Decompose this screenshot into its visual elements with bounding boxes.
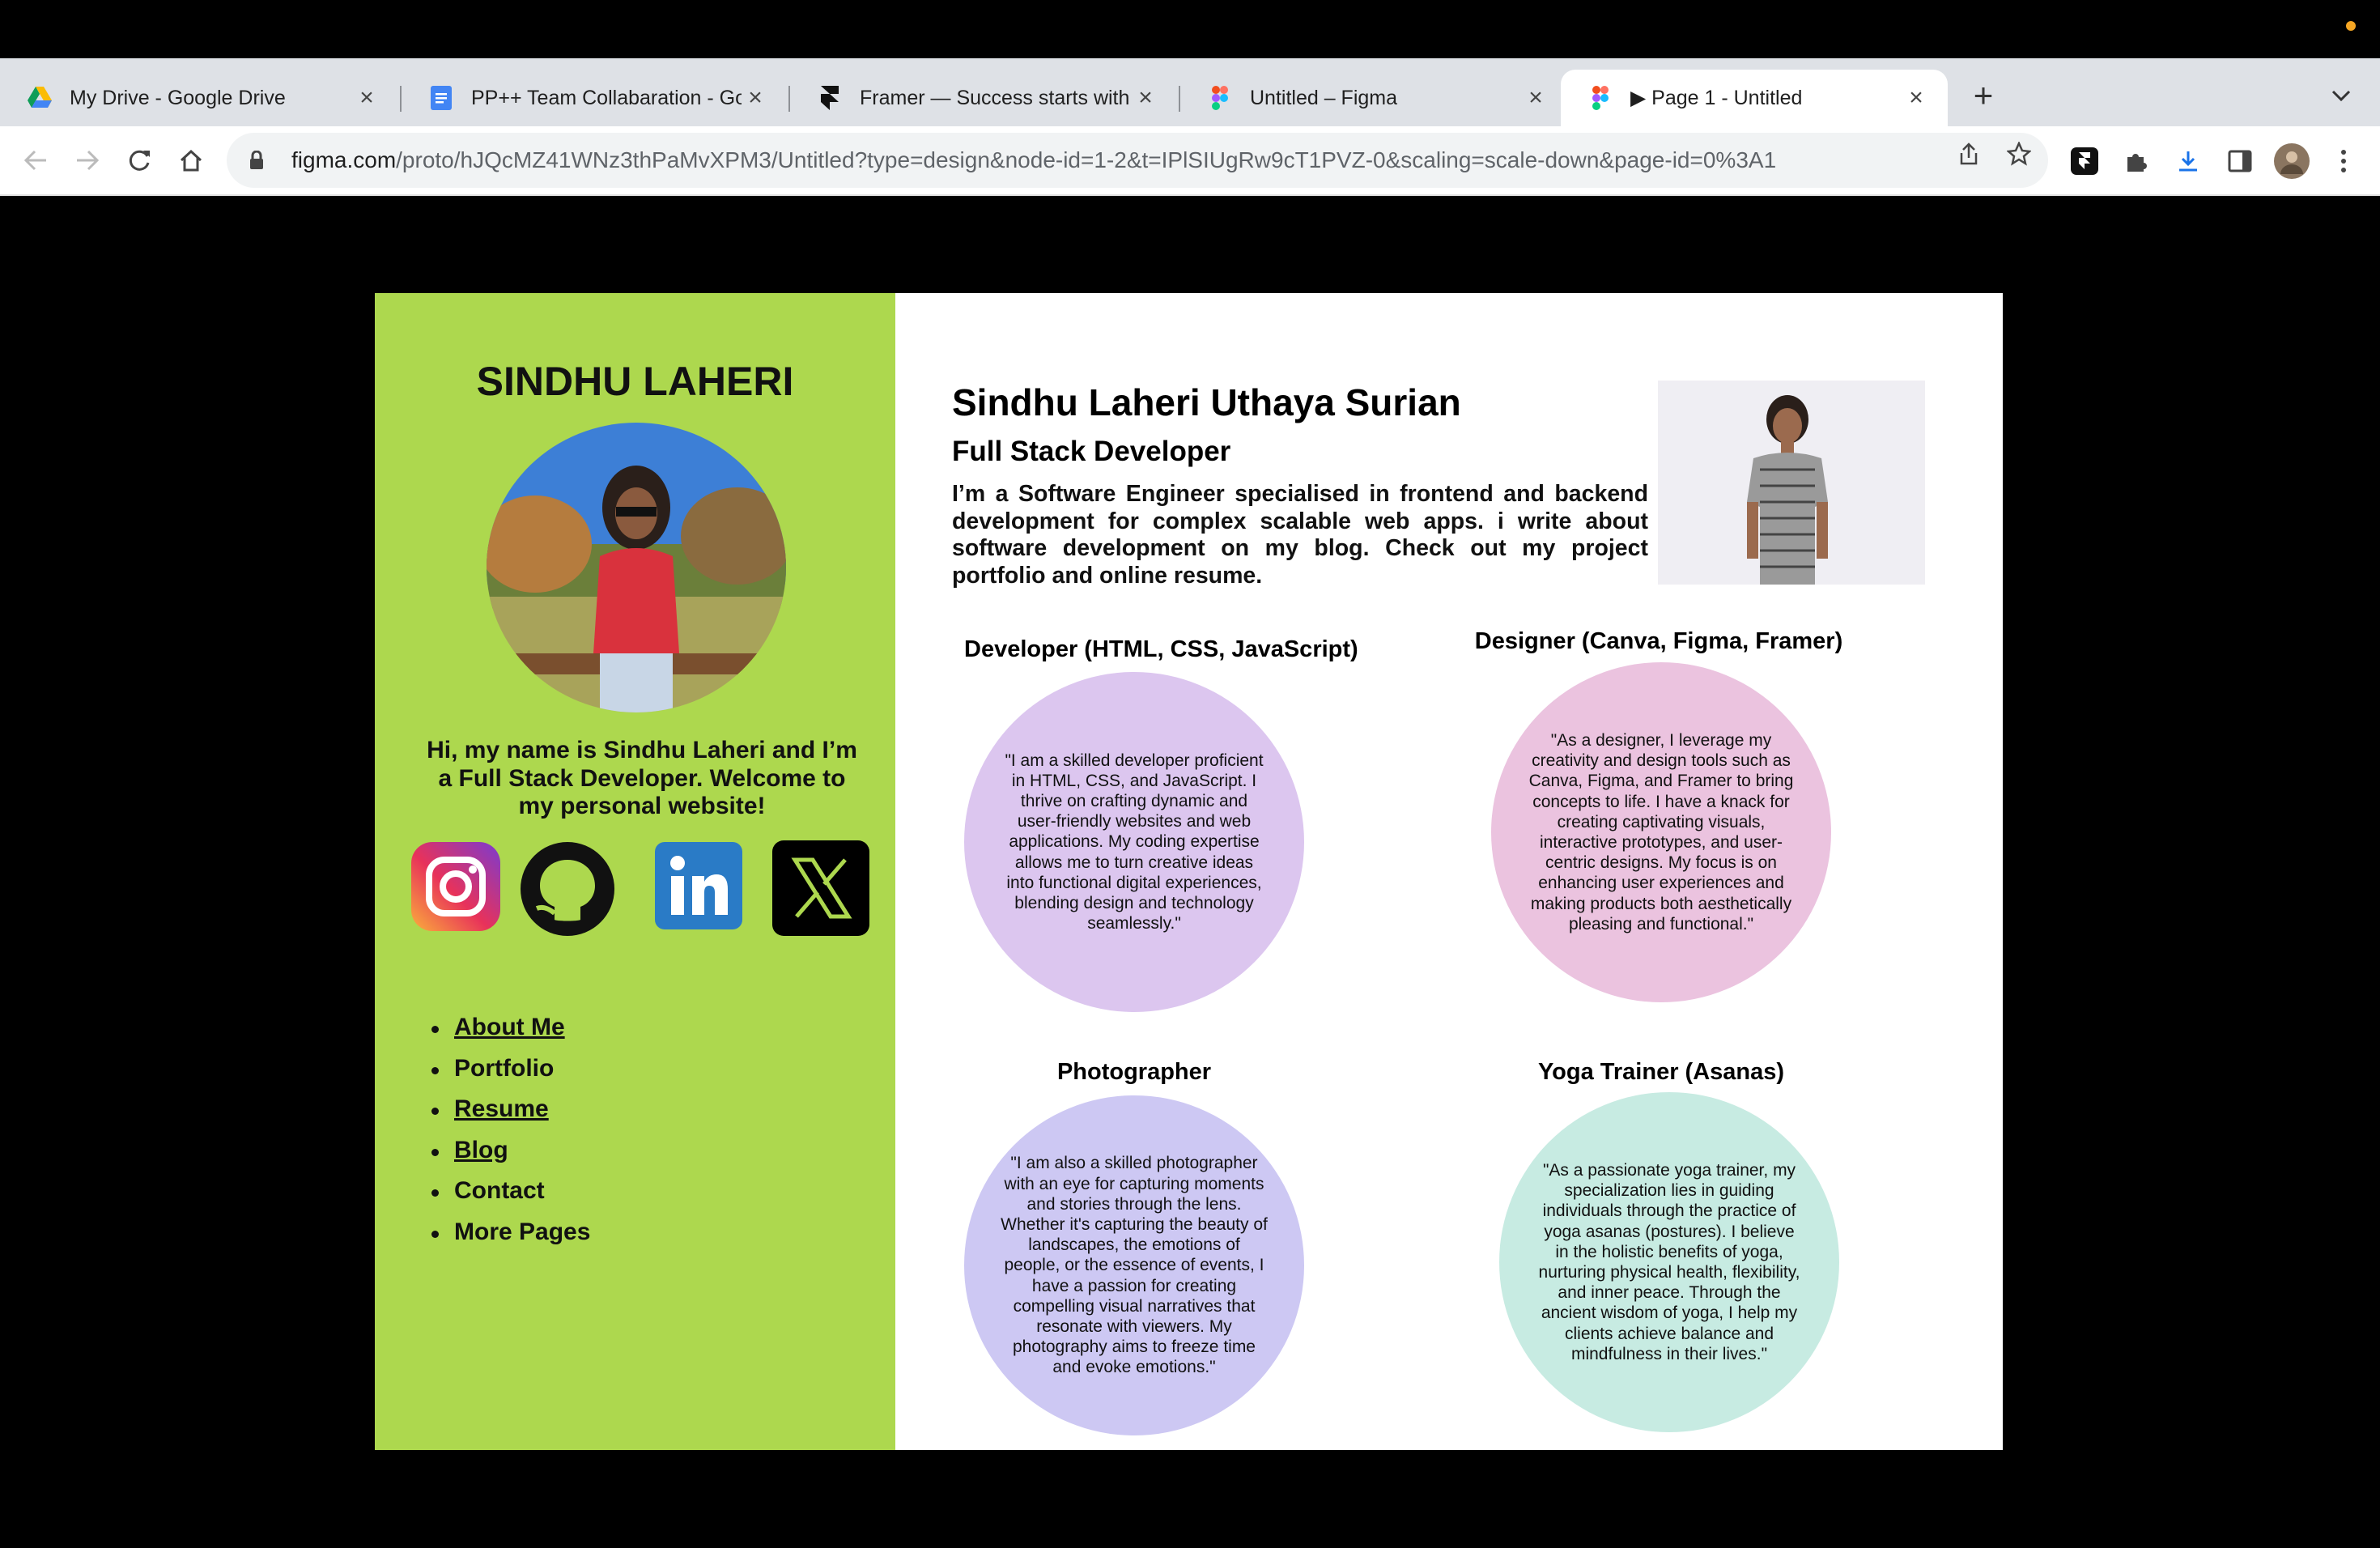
tab-title: Untitled – Figma xyxy=(1250,86,1398,109)
nav-link-resume[interactable]: Resume xyxy=(454,1095,549,1122)
menu-bar xyxy=(0,0,2380,58)
bio-text: I’m a Software Engineer specialised in f… xyxy=(952,481,1648,589)
framer-extension-icon[interactable] xyxy=(2066,142,2103,180)
skill-bubble-photographer: "I am also a skilled photographer with a… xyxy=(964,1095,1304,1435)
close-icon[interactable]: × xyxy=(1902,84,1930,112)
reload-icon[interactable] xyxy=(120,141,159,180)
skill-text-yoga: "As a passionate yoga trainer, my specia… xyxy=(1538,1161,1800,1363)
google-docs-icon xyxy=(429,86,453,110)
tab-figma[interactable]: Untitled – Figma × xyxy=(1180,70,1567,126)
tab-google-docs[interactable]: PP++ Team Collabaration - Goo × xyxy=(402,70,787,126)
nav-item-portfolio[interactable]: Portfolio xyxy=(431,1055,590,1096)
nav-link-contact[interactable]: Contact xyxy=(454,1177,545,1204)
skill-title-developer: Developer (HTML, CSS, JavaScript) xyxy=(964,636,1358,662)
skill-text-developer: "I am a skilled developer proficient in … xyxy=(1005,751,1264,933)
full-name-heading: Sindhu Laheri Uthaya Surian xyxy=(952,381,1461,423)
url-host: figma.com xyxy=(291,147,397,172)
tab-google-drive[interactable]: My Drive - Google Drive × xyxy=(0,70,398,126)
skill-bubble-developer: "I am a skilled developer proficient in … xyxy=(964,672,1304,1012)
share-icon[interactable] xyxy=(1953,138,1985,170)
nav-link-blog[interactable]: Blog xyxy=(454,1137,508,1163)
forward-arrow-icon[interactable] xyxy=(68,141,107,180)
nav-link-about-me[interactable]: About Me xyxy=(454,1014,565,1040)
browser-toolbar: figma.com/proto/hJQcMZ41WNz3thPaMvXPM3/U… xyxy=(0,126,2380,196)
tab-page1-active[interactable]: ▶ Page 1 - Untitled × xyxy=(1561,70,1948,126)
url-path: /proto/hJQcMZ41WNz3thPaMvXPM3/Untitled?t… xyxy=(396,147,1777,172)
sidebar-nav: About Me Portfolio Resume Blog Contact M… xyxy=(431,1014,590,1259)
role-heading: Full Stack Developer xyxy=(952,436,1231,467)
figma-icon xyxy=(1588,86,1613,110)
new-tab-button[interactable]: + xyxy=(1966,76,2001,114)
nav-item-contact[interactable]: Contact xyxy=(431,1177,590,1218)
tab-title: ▶ Page 1 - Untitled xyxy=(1630,87,1803,109)
profile-photo xyxy=(487,423,786,712)
x-icon[interactable] xyxy=(772,840,869,940)
close-icon[interactable]: × xyxy=(1522,84,1549,112)
nav-item-more-pages[interactable]: More Pages xyxy=(431,1218,590,1260)
skill-bubble-designer: "As a designer, I leverage my creativity… xyxy=(1491,662,1831,1002)
nav-item-resume[interactable]: Resume xyxy=(431,1095,590,1137)
linkedin-icon[interactable] xyxy=(655,842,742,933)
tab-title: PP++ Team Collabaration - Goo xyxy=(471,86,742,109)
nav-link-portfolio[interactable]: Portfolio xyxy=(454,1055,554,1082)
intro-text: Hi, my name is Sindhu Laheri and I’m a F… xyxy=(427,737,857,819)
framer-icon xyxy=(818,86,842,110)
tab-title: Framer — Success starts with a xyxy=(860,86,1132,109)
lock-icon[interactable] xyxy=(249,151,274,170)
close-icon[interactable]: × xyxy=(353,84,380,112)
nav-link-more-pages[interactable]: More Pages xyxy=(454,1218,590,1245)
prototype-frame: SINDHU LAHERI Hi, my name is Sindhu Lahe… xyxy=(375,293,2003,1450)
tab-strip: My Drive - Google Drive × PP++ Team Coll… xyxy=(0,58,2380,126)
tab-title: My Drive - Google Drive xyxy=(70,86,286,109)
skill-text-designer: "As a designer, I leverage my creativity… xyxy=(1528,731,1794,933)
extensions-puzzle-icon[interactable] xyxy=(2118,142,2155,180)
profile-avatar[interactable] xyxy=(2273,142,2310,180)
nav-item-about-me[interactable]: About Me xyxy=(431,1014,590,1055)
sidebar: SINDHU LAHERI Hi, my name is Sindhu Lahe… xyxy=(375,293,895,1450)
skill-title-yoga: Yoga Trainer (Asanas) xyxy=(1537,1059,1785,1085)
figma-icon xyxy=(1208,86,1232,110)
home-icon[interactable] xyxy=(172,141,210,180)
address-bar[interactable]: figma.com/proto/hJQcMZ41WNz3thPaMvXPM3/U… xyxy=(227,133,2048,188)
sidebar-title: SINDHU LAHERI xyxy=(476,359,794,404)
instagram-icon[interactable] xyxy=(411,842,500,935)
url-text: figma.com/proto/hJQcMZ41WNz3thPaMvXPM3/U… xyxy=(291,147,1776,173)
skill-title-photographer: Photographer xyxy=(1056,1059,1212,1085)
download-icon[interactable] xyxy=(2170,142,2207,180)
tab-search-chevron-icon[interactable] xyxy=(2327,81,2356,110)
close-icon[interactable]: × xyxy=(1132,84,1159,112)
google-drive-icon xyxy=(28,86,52,110)
skill-text-photographer: "I am also a skilled photographer with a… xyxy=(1001,1154,1268,1377)
skill-title-designer: Designer (Canva, Figma, Framer) xyxy=(1474,628,1843,654)
bookmark-star-icon[interactable] xyxy=(2003,138,2035,170)
nav-item-blog[interactable]: Blog xyxy=(431,1137,590,1178)
tab-framer[interactable]: Framer — Success starts with a × xyxy=(790,70,1177,126)
github-icon[interactable] xyxy=(521,842,614,940)
portrait-photo xyxy=(1658,381,1925,585)
close-icon[interactable]: × xyxy=(742,84,769,112)
side-panel-icon[interactable] xyxy=(2221,142,2259,180)
skill-bubble-yoga: "As a passionate yoga trainer, my specia… xyxy=(1499,1092,1839,1432)
kebab-menu-icon[interactable] xyxy=(2325,142,2362,180)
main-content: Sindhu Laheri Uthaya Surian Full Stack D… xyxy=(895,293,2003,1450)
recording-indicator xyxy=(2346,21,2356,31)
back-arrow-icon[interactable] xyxy=(16,141,55,180)
